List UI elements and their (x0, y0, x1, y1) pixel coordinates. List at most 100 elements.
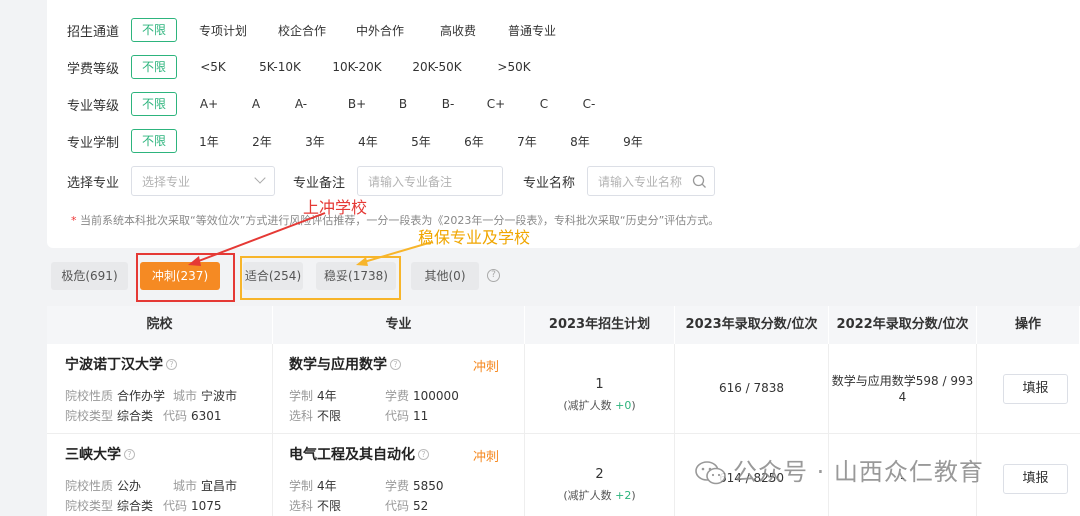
annotation-yellow-box (240, 256, 401, 300)
school-city: 城市 宜昌市 (173, 479, 238, 493)
major-subject: 选科 不限 (289, 409, 342, 423)
annotation-red-box (136, 253, 235, 302)
filter-label-major-note: 专业备注 (293, 175, 346, 191)
grade-option[interactable]: C- (569, 97, 609, 111)
plan-cell: 2 (减扩人数 +2) (525, 434, 675, 516)
info-icon: ? (124, 449, 135, 460)
fill-button[interactable]: 填报 (1003, 464, 1068, 494)
major-fee: 学费 5850 (385, 479, 444, 493)
filter-row-channel: 招生通道 不限 专项计划 校企合作 中外合作 高收费 普通专业 (67, 17, 573, 43)
score-2022-cell: 数学与应用数学598 / 993 4 (829, 344, 977, 434)
fee-option[interactable]: 20K-50K (403, 60, 471, 74)
annotation-safe-majors: 稳保专业及学校 (418, 228, 531, 247)
grade-option[interactable]: C (519, 97, 569, 111)
major-subject: 选科 不限 (289, 499, 342, 513)
grade-option-any[interactable]: 不限 (131, 92, 177, 116)
filter-label-select-major: 选择专业 (67, 175, 120, 191)
duration-option[interactable]: 1年 (177, 133, 241, 150)
grade-option[interactable]: B- (423, 97, 473, 111)
fee-option-any[interactable]: 不限 (131, 55, 177, 79)
channel-option-any[interactable]: 不限 (131, 18, 177, 42)
plan-cell: 1 (减扩人数 +0) (525, 344, 675, 434)
fee-option[interactable]: 5K-10K (249, 60, 311, 74)
channel-option[interactable]: 普通专业 (491, 22, 573, 39)
channel-option[interactable]: 高收费 (425, 22, 491, 39)
evaluation-note: * 当前系统本科批次采取“等效位次”方式进行风险评估推荐，一分一段表为《2023… (71, 212, 719, 228)
score-2022-line1: 数学与应用数学598 / 993 (831, 374, 974, 388)
plan-count: 1 (595, 377, 604, 392)
col-plan: 2023年招生计划 (525, 306, 675, 344)
grade-option[interactable]: B (383, 97, 423, 111)
fee-option[interactable]: 10K-20K (311, 60, 403, 74)
search-icon[interactable] (692, 174, 707, 189)
note-text: 当前系统本科批次采取“等效位次”方式进行风险评估推荐，一分一段表为《2023年一… (80, 214, 720, 227)
school-name[interactable]: 三峡大学? (65, 444, 135, 464)
duration-option[interactable]: 6年 (453, 133, 495, 150)
info-icon: ? (390, 359, 401, 370)
channel-option[interactable]: 专项计划 (177, 22, 269, 39)
filter-label-channel: 招生通道 (67, 24, 120, 40)
table-row: 宁波诺丁汉大学? 院校性质 合作办学 城市 宁波市 院校类型 综合类 代码 6301 数… (47, 344, 1080, 434)
fill-button[interactable]: 填报 (1003, 374, 1068, 404)
school-nature: 院校性质 合作办学 (65, 389, 166, 403)
filter-row-search: 选择专业 选择专业 专业备注 请输入专业备注 专业名称 请输入专业名称 (67, 166, 715, 196)
duration-option[interactable]: 3年 (283, 133, 347, 150)
filter-row-grade: 专业等级 不限 A+ A A- B+ B B- C+ C C- (67, 91, 609, 117)
school-code: 代码 6301 (163, 409, 222, 423)
filter-row-duration: 专业学制 不限 1年 2年 3年 4年 5年 6年 7年 8年 9年 (67, 128, 665, 154)
table-header: 院校 专业 2023年招生计划 2023年录取分数/位次 2022年录取分数/位… (47, 306, 1080, 344)
major-code: 代码 11 (385, 409, 429, 423)
filter-row-fee: 学费等级 不限 <5K 5K-10K 10K-20K 20K-50K >50K (67, 54, 557, 80)
fee-option[interactable]: >50K (471, 60, 557, 74)
grade-option[interactable]: A+ (177, 97, 241, 111)
major-name-placeholder: 请输入专业名称 (598, 174, 683, 189)
fee-option[interactable]: <5K (177, 60, 249, 74)
major-years: 学制 4年 (289, 479, 337, 493)
help-icon[interactable]: ? (487, 269, 500, 282)
wechat-icon (695, 461, 726, 485)
duration-option-any[interactable]: 不限 (131, 129, 177, 153)
filter-panel: 招生通道 不限 专项计划 校企合作 中外合作 高收费 普通专业 学费等级 不限 … (47, 0, 1080, 248)
school-cell: 三峡大学? 院校性质 公办 城市 宜昌市 院校类型 综合类 代码 1075 (47, 434, 273, 516)
duration-option[interactable]: 4年 (347, 133, 389, 150)
filter-label-grade: 专业等级 (67, 98, 120, 114)
watermark: 公众号 · 山西众仁教育 (695, 452, 984, 487)
major-code: 代码 52 (385, 499, 429, 513)
duration-option[interactable]: 9年 (601, 133, 665, 150)
duration-option[interactable]: 7年 (495, 133, 559, 150)
major-name[interactable]: 数学与应用数学? (289, 354, 401, 374)
col-school: 院校 (47, 306, 273, 344)
grade-option[interactable]: C+ (473, 97, 519, 111)
grade-option[interactable]: B+ (331, 97, 383, 111)
sprint-tag: 冲刺 (473, 360, 500, 375)
watermark-text: 公众号 · 山西众仁教育 (733, 458, 984, 486)
major-cell: 数学与应用数学? 冲刺 学制 4年 学费 100000 选科 不限 代码 11 (273, 344, 525, 434)
duration-option[interactable]: 2年 (241, 133, 283, 150)
chevron-down-icon (254, 172, 266, 184)
duration-option[interactable]: 8年 (559, 133, 601, 150)
plan-change: (减扩人数 +2) (563, 489, 636, 502)
tab-other[interactable]: 其他(0) (411, 262, 479, 290)
plan-change: (减扩人数 +0) (563, 399, 636, 412)
duration-option[interactable]: 5年 (389, 133, 453, 150)
grade-option[interactable]: A (241, 97, 271, 111)
major-name[interactable]: 电气工程及其自动化? (289, 444, 429, 464)
tab-danger[interactable]: 极危(691) (51, 262, 128, 290)
select-major-placeholder: 选择专业 (142, 174, 191, 189)
school-cell: 宁波诺丁汉大学? 院校性质 合作办学 城市 宁波市 院校类型 综合类 代码 6301 (47, 344, 273, 434)
major-name-input[interactable]: 请输入专业名称 (587, 166, 715, 196)
filter-label-major-name: 专业名称 (523, 175, 576, 191)
score-2022-line2: 4 (898, 390, 907, 404)
major-cell: 电气工程及其自动化? 冲刺 学制 4年 学费 5850 选科 不限 代码 52 (273, 434, 525, 516)
channel-option[interactable]: 中外合作 (335, 22, 425, 39)
channel-option[interactable]: 校企合作 (269, 22, 335, 39)
sprint-tag: 冲刺 (473, 450, 500, 465)
grade-option[interactable]: A- (271, 97, 331, 111)
major-fee: 学费 100000 (385, 389, 459, 403)
school-code: 代码 1075 (163, 499, 222, 513)
major-note-input[interactable]: 请输入专业备注 (357, 166, 503, 196)
action-cell: 填报 (977, 344, 1080, 434)
school-name[interactable]: 宁波诺丁汉大学? (65, 354, 177, 374)
info-icon: ? (166, 359, 177, 370)
select-major-dropdown[interactable]: 选择专业 (131, 166, 275, 196)
